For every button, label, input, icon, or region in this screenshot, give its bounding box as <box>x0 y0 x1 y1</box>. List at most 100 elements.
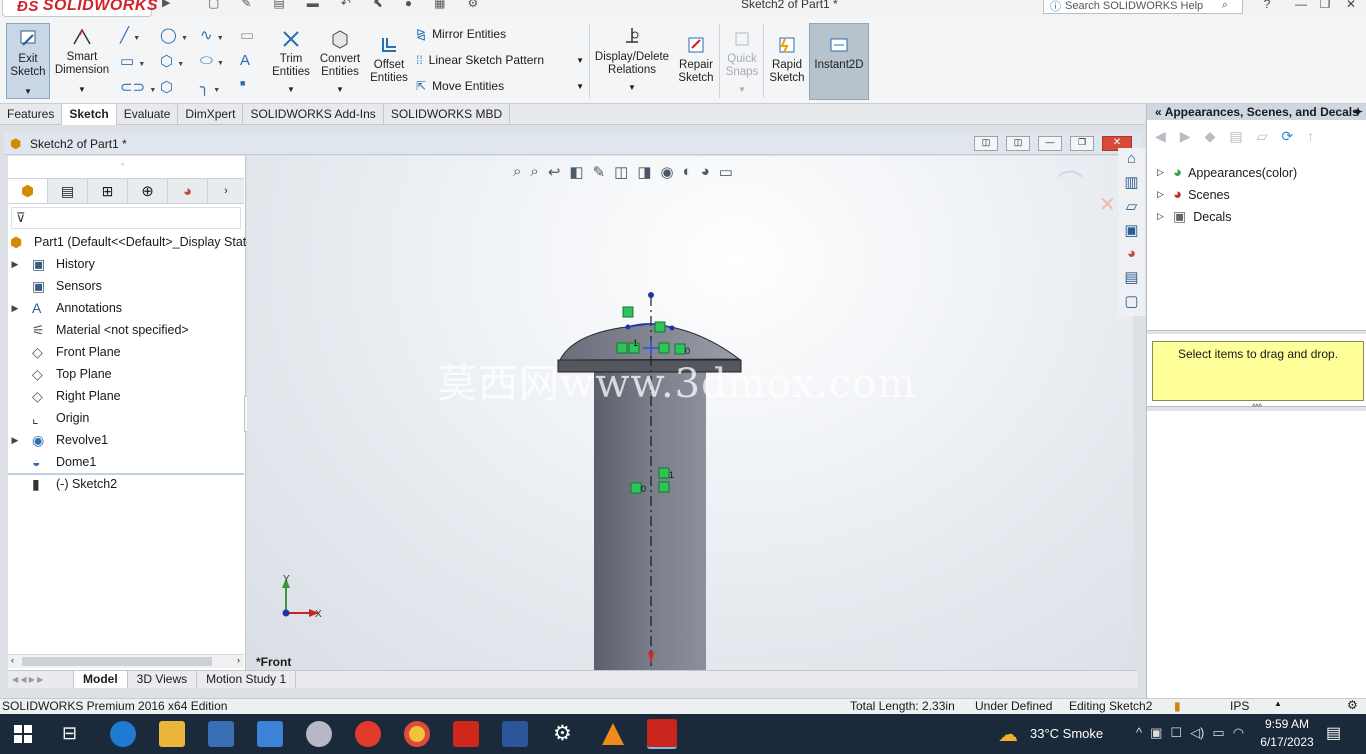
panel-splitter-handle[interactable]: ◦ <box>121 159 124 169</box>
scroll-right-icon[interactable]: › <box>237 655 240 665</box>
word-icon[interactable] <box>502 721 528 747</box>
undo-icon[interactable]: ↶ <box>341 0 351 10</box>
trim-entities-button[interactable]: Trim Entities ▼ <box>266 28 316 96</box>
trim-dropdown-icon[interactable]: ▼ <box>287 83 295 96</box>
feature-tree-tab-icon[interactable]: ⬢ <box>8 179 48 203</box>
app-logo[interactable]: ƉS SOLIDWORKS <box>2 0 158 17</box>
arc-endpoint[interactable] <box>669 325 675 331</box>
start-button-icon[interactable] <box>14 725 32 743</box>
notifications-icon[interactable]: ▤ <box>1326 723 1341 743</box>
traffic-light-icon[interactable]: ● <box>405 0 412 10</box>
tab-model[interactable]: Model <box>74 671 128 688</box>
view-settings-icon[interactable]: ▭ <box>719 163 733 181</box>
pin-icon[interactable]: ✦ <box>1353 104 1363 120</box>
dynamic-annotation-icon[interactable]: ✎ <box>593 163 606 181</box>
mirror-entities-button[interactable]: ⧎ Mirror Entities <box>416 27 506 41</box>
pane-splitter-lower[interactable]: ^^^ <box>1147 404 1366 411</box>
battery-icon[interactable]: ▭ <box>1212 725 1224 741</box>
store-icon[interactable] <box>208 721 234 747</box>
relation-icon[interactable] <box>658 467 670 479</box>
spline-icon[interactable]: ∿ ▼ <box>200 26 240 44</box>
exit-sketch-button[interactable]: Exit Sketch ▼ <box>6 23 50 99</box>
tree-item-front-plane[interactable]: ◇ Front Plane <box>8 341 121 363</box>
tab-scroll-buttons[interactable]: ◀ ◀ ▶ ▶ <box>8 671 74 688</box>
tree-item-dome1[interactable]: ◒ Dome1 <box>8 451 96 473</box>
forward-icon[interactable]: ▶ <box>1180 128 1191 145</box>
expand-arrow-icon[interactable]: ▷ <box>1157 167 1173 178</box>
select-icon[interactable]: ⬉ <box>373 0 383 10</box>
back-icon[interactable]: ◀ <box>1155 128 1166 145</box>
unit-system[interactable]: IPS <box>1230 699 1249 713</box>
polygon-icon[interactable]: ⬡ <box>160 78 200 96</box>
sketch-icon[interactable]: ✎ <box>241 0 251 10</box>
tree-item-top-plane[interactable]: ◇ Top Plane <box>8 363 112 385</box>
search-icon[interactable]: ⌕ <box>1222 0 1228 12</box>
previous-view-icon[interactable]: ↩ <box>548 163 561 181</box>
appearances-tab-icon[interactable]: ◕ <box>1127 245 1136 262</box>
doc-minimize-button[interactable]: — <box>1038 136 1062 151</box>
convert-dropdown-icon[interactable]: ▼ <box>336 83 344 96</box>
vlc-icon[interactable] <box>602 723 624 745</box>
split-view-vertical-icon[interactable]: ◫ <box>1006 136 1030 151</box>
display-delete-relations-button[interactable]: Display/Delete Relations ▼ <box>594 26 670 94</box>
clock-date[interactable]: 6/17/2023 <box>1256 735 1318 749</box>
onedrive-icon[interactable]: ☐ <box>1170 725 1182 741</box>
smart-dimension-dropdown-icon[interactable]: ▼ <box>78 83 86 96</box>
move-entities-button[interactable]: ⇱ Move Entities ▼ <box>416 79 584 93</box>
app-icon[interactable] <box>306 721 332 747</box>
settings-gear-icon[interactable]: ⚙ <box>553 721 572 746</box>
options-gear-icon[interactable]: ⚙ <box>467 0 478 10</box>
property-manager-tab-icon[interactable]: ▤ <box>48 179 88 203</box>
exit-without-saving-icon[interactable]: ✕ <box>1099 192 1116 217</box>
volume-icon[interactable]: ◁) <box>1190 725 1204 741</box>
ellipse-icon[interactable]: ⬭ ▼ <box>200 52 240 70</box>
tree-item-history[interactable]: ▶ ▣ History <box>8 253 95 275</box>
task-view-icon[interactable]: ⊟ <box>62 723 77 744</box>
instant2d-button[interactable]: Instant2D <box>809 23 869 100</box>
tree-filter-field[interactable]: ⊽ <box>11 207 241 229</box>
fillet-icon[interactable]: ╮ ▼ <box>200 78 240 96</box>
offset-entities-button[interactable]: Offset Entities <box>366 34 412 85</box>
tree-item-sketch2[interactable]: ▮ (-) Sketch2 <box>8 473 117 495</box>
graphics-area[interactable]: 1 0 1 0 Y X ⌕ ⌕ ↩ ◧ ✎ ◫ ◨ ◉ ◐ ◕ ▭ ⌒ ✕ 莫西… <box>247 156 1133 672</box>
relation-icon[interactable] <box>630 482 642 494</box>
linear-pattern-dropdown-icon[interactable]: ▼ <box>576 56 584 65</box>
weather-text[interactable]: 33°C Smoke <box>1030 726 1103 741</box>
arc-endpoint[interactable] <box>625 324 631 330</box>
tray-overflow-icon[interactable]: ^ <box>1136 725 1142 741</box>
confirmation-corner-icon[interactable]: ⌒ <box>1057 164 1083 201</box>
edit-appearance-icon[interactable]: ◐ <box>683 163 692 181</box>
expand-arrow-icon[interactable]: ▷ <box>1157 211 1173 222</box>
zoom-to-area-icon[interactable]: ⌕ <box>530 163 538 181</box>
tree-item-annotations[interactable]: ▶ A Annotations <box>8 297 123 319</box>
tray-app-icon[interactable]: ▣ <box>1150 725 1162 741</box>
rapid-sketch-button[interactable]: Rapid Sketch <box>766 34 808 85</box>
scroll-left-icon[interactable]: ‹ <box>11 655 14 665</box>
rollback-bar[interactable] <box>8 473 244 475</box>
file-explorer-taskbar-icon[interactable] <box>159 721 185 747</box>
zoom-to-fit-icon[interactable]: ⌕ <box>513 163 521 181</box>
close-button[interactable]: ✕ <box>1340 0 1362 13</box>
restore-button[interactable]: ❐ <box>1314 0 1336 13</box>
file-explorer-icon[interactable]: ▱ <box>1126 197 1138 215</box>
scenes-item[interactable]: ▷ ◕ Scenes <box>1157 186 1230 203</box>
shaft-body[interactable] <box>594 372 706 672</box>
relations-dropdown-icon[interactable]: ▼ <box>628 81 636 94</box>
apply-scene-icon[interactable]: ◕ <box>701 163 710 181</box>
expand-arrow-icon[interactable]: ▶ <box>8 435 22 446</box>
move-dropdown-icon[interactable]: ▼ <box>576 82 584 91</box>
view-orientation-icon[interactable]: ◫ <box>614 163 628 181</box>
minimize-button[interactable]: — <box>1290 0 1312 13</box>
doc-restore-button[interactable]: ❐ <box>1070 136 1094 151</box>
appearances-item[interactable]: ▷ ◕ Appearances(color) <box>1157 164 1297 181</box>
tree-item-revolve1[interactable]: ▶ ◉ Revolve1 <box>8 429 109 451</box>
centerline-endpoint[interactable] <box>648 292 654 298</box>
circle-icon[interactable]: ◯ ▼ <box>160 26 200 44</box>
refresh-icon[interactable]: ⟳ <box>1281 128 1293 145</box>
display-style-icon[interactable]: ◨ <box>637 163 651 181</box>
tab-dimxpert[interactable]: DimXpert <box>178 104 244 125</box>
split-view-icon[interactable]: ◫ <box>974 136 998 151</box>
tab-evaluate[interactable]: Evaluate <box>117 104 179 125</box>
tab-addins[interactable]: SOLIDWORKS Add-Ins <box>243 104 384 125</box>
configuration-manager-tab-icon[interactable]: ⊞ <box>88 179 128 203</box>
